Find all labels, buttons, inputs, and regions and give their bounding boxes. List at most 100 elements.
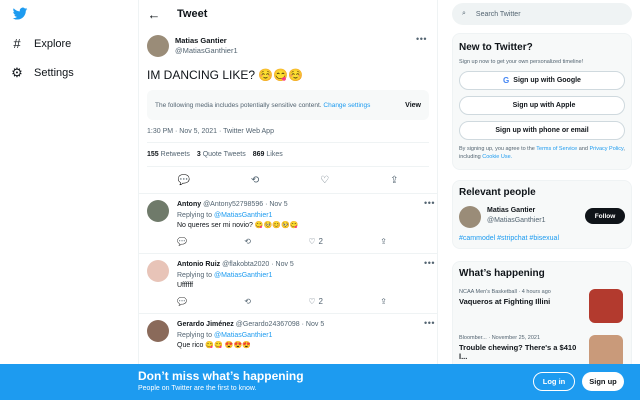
back-arrow-icon[interactable]: ← xyxy=(147,7,161,22)
like-count: 2 xyxy=(318,236,323,246)
more-options-icon[interactable]: ••• xyxy=(424,258,435,268)
more-options-icon[interactable]: ••• xyxy=(424,318,435,328)
reply-handle[interactable]: @Gerardo24367098 xyxy=(236,321,300,328)
nav-settings-label: Settings xyxy=(34,67,74,79)
avatar[interactable] xyxy=(459,206,481,228)
main-tweet: Matias Gantier @MatiasGanthier1 ••• IM D… xyxy=(139,28,437,194)
like-button[interactable]: ♡ 2 xyxy=(308,237,323,248)
relevant-user[interactable]: Matias Gantier @MatiasGanthier1 Follow xyxy=(459,206,625,232)
reply-date[interactable]: · Nov 5 xyxy=(265,201,288,208)
author-name[interactable]: Matias Gantier xyxy=(175,36,238,46)
page-header: ← Tweet xyxy=(139,0,437,28)
author-handle[interactable]: @MatiasGanthier1 xyxy=(175,46,238,56)
new-to-twitter-subtitle: Sign up now to get your own personalized… xyxy=(459,59,584,65)
reply-text: No queres ser mi novio? 😋🥺😊🥺😋 xyxy=(177,222,299,229)
change-settings-link[interactable]: Change settings xyxy=(323,102,370,109)
reply-handle[interactable]: @Antony52798596 xyxy=(203,201,263,208)
view-button[interactable]: View xyxy=(405,102,421,109)
reply-icon[interactable]: 💬 xyxy=(177,297,187,308)
reply-content: Antony @Antony52798596 · Nov 5 Replying … xyxy=(177,200,429,253)
quote-count[interactable]: 3 Quote Tweets xyxy=(197,151,246,158)
mention-link[interactable]: @MatiasGanthier1 xyxy=(214,272,272,279)
reply-author-name[interactable]: Antonio Ruiz xyxy=(177,261,220,268)
bottom-headline: Don’t miss what’s happening xyxy=(138,369,304,383)
nav-explore-label: Explore xyxy=(34,38,72,50)
relevant-user-bio[interactable]: #cammodel #stripchat #bisexual xyxy=(459,235,625,242)
like-count-label: Likes xyxy=(266,151,283,158)
reply-header: Antony @Antony52798596 · Nov 5 xyxy=(177,200,429,211)
sensitive-media-notice: The following media includes potentially… xyxy=(147,90,429,120)
hash-icon: # xyxy=(13,36,21,51)
nav-explore[interactable]: # Explore xyxy=(10,34,71,54)
search-input[interactable]: Search Twitter xyxy=(476,11,521,18)
signup-google-label: Sign up with Google xyxy=(513,77,581,84)
like-icon: ♡ xyxy=(308,296,316,306)
more-options-icon[interactable]: ••• xyxy=(416,34,427,44)
mention-link[interactable]: @MatiasGanthier1 xyxy=(214,332,272,339)
like-button[interactable]: ♡ 2 xyxy=(308,297,323,308)
retweet-icon[interactable]: ⟲ xyxy=(244,297,251,308)
reply-icon[interactable]: 💬 xyxy=(177,237,187,248)
main-column: ← Tweet Matias Gantier @MatiasGanthier1 … xyxy=(138,0,438,400)
signup-button[interactable]: Sign up xyxy=(582,372,624,391)
sensitive-text: The following media includes potentially… xyxy=(155,101,322,109)
reply-text: Uffffff xyxy=(177,282,194,289)
reply-author-name[interactable]: Antony xyxy=(177,201,201,208)
like-icon: ♡ xyxy=(308,236,316,246)
twitter-logo-icon[interactable] xyxy=(12,6,28,22)
signup-phone-button[interactable]: Sign up with phone or email xyxy=(459,121,625,140)
replying-line: Replying to @MatiasGanthier1 xyxy=(177,331,429,342)
gear-icon: ⚙ xyxy=(11,65,23,80)
tweet-text: IM DANCING LIKE? ☺️😋☺️ xyxy=(147,68,304,82)
bottom-subline: People on Twitter are the first to know. xyxy=(138,385,257,392)
reply-header: Antonio Ruiz @flakobta2020 · Nov 5 xyxy=(177,260,429,271)
signup-apple-button[interactable]: Sign up with Apple xyxy=(459,96,625,115)
signup-terms: By signing up, you agree to the Terms of… xyxy=(459,146,625,161)
avatar[interactable] xyxy=(147,260,169,282)
tweet-actions: 💬 ⟲ ♡ ⇪ xyxy=(147,167,429,193)
relevant-user-handle[interactable]: @MatiasGanthier1 xyxy=(487,216,545,226)
retweet-count-value: 155 xyxy=(147,151,159,158)
signup-google-button[interactable]: G Sign up with Google xyxy=(459,71,625,90)
follow-button[interactable]: Follow xyxy=(585,208,625,224)
signup-apple-label: Sign up with Apple xyxy=(512,102,576,109)
share-icon[interactable]: ⇪ xyxy=(390,175,398,186)
like-count: 2 xyxy=(318,296,323,306)
mention-link[interactable]: @MatiasGanthier1 xyxy=(214,212,272,219)
reply-date[interactable]: · Nov 5 xyxy=(271,261,294,268)
avatar[interactable] xyxy=(147,200,169,222)
avatar[interactable] xyxy=(147,35,169,57)
like-icon[interactable]: ♡ xyxy=(320,175,329,186)
relevant-user-name[interactable]: Matias Gantier xyxy=(487,206,545,216)
avatar[interactable] xyxy=(147,320,169,342)
privacy-link[interactable]: Privacy Policy xyxy=(590,146,624,152)
replying-to-label: Replying to xyxy=(177,211,213,219)
cookie-link[interactable]: Cookie Use. xyxy=(482,154,512,160)
signup-phone-label: Sign up with phone or email xyxy=(495,127,589,134)
nav-settings[interactable]: ⚙ Settings xyxy=(10,63,74,83)
google-icon: G xyxy=(503,76,510,85)
login-button[interactable]: Log in xyxy=(533,372,575,391)
reply-handle[interactable]: @flakobta2020 xyxy=(222,261,269,268)
new-to-twitter-card: New to Twitter? Sign up now to get your … xyxy=(452,33,632,170)
share-icon[interactable]: ⇪ xyxy=(380,237,387,248)
terms-link[interactable]: Terms of Service xyxy=(536,146,577,152)
more-options-icon[interactable]: ••• xyxy=(424,198,435,208)
reply-item[interactable]: Antonio Ruiz @flakobta2020 · Nov 5 Reply… xyxy=(139,254,437,314)
author-names: Matias Gantier @MatiasGanthier1 xyxy=(175,36,238,56)
reply-actions: 💬 ⟲ ♡ 2 ⇪ xyxy=(177,237,387,248)
retweet-icon[interactable]: ⟲ xyxy=(244,237,251,248)
trend-item[interactable]: NCAA Men's Basketball · 4 hours ago Vaqu… xyxy=(459,289,625,335)
reply-date[interactable]: · Nov 5 xyxy=(302,321,325,328)
reply-icon[interactable]: 💬 xyxy=(177,175,189,186)
reply-author-name[interactable]: Gerardo Jiménez xyxy=(177,321,234,328)
trend-thumbnail xyxy=(589,289,623,323)
replying-line: Replying to @MatiasGanthier1 xyxy=(177,271,429,282)
like-count[interactable]: 869 Likes xyxy=(253,151,283,158)
retweet-count[interactable]: 155 Retweets xyxy=(147,151,190,158)
search-box[interactable]: ⌕ Search Twitter xyxy=(452,3,632,25)
retweet-icon[interactable]: ⟲ xyxy=(251,175,259,186)
reply-item[interactable]: Antony @Antony52798596 · Nov 5 Replying … xyxy=(139,194,437,254)
relevant-user-info: Matias Gantier @MatiasGanthier1 xyxy=(487,206,545,232)
share-icon[interactable]: ⇪ xyxy=(380,297,387,308)
